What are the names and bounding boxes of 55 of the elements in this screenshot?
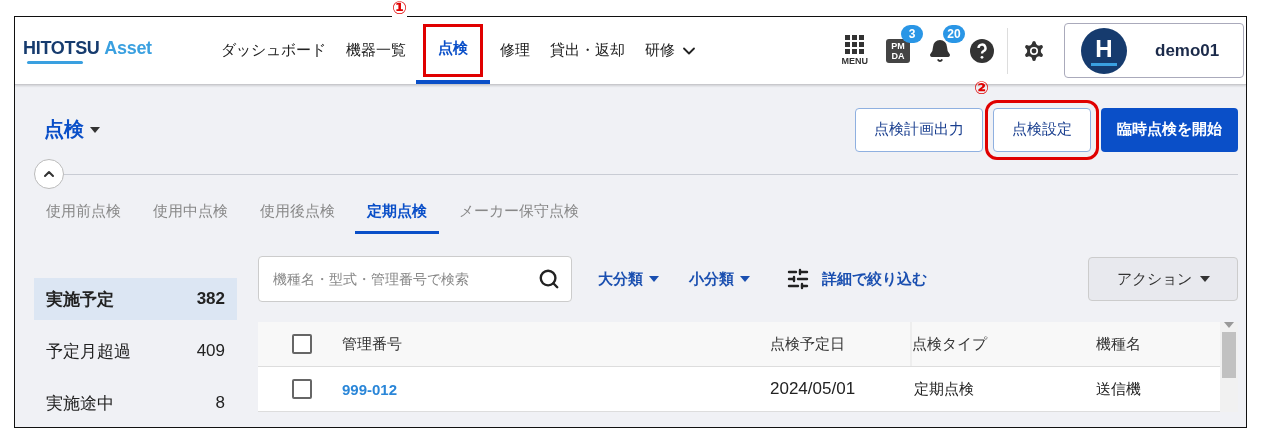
caret-icon	[649, 276, 659, 282]
search-field[interactable]: 機種名・型式・管理番号で検索	[258, 256, 572, 302]
nav-tab[interactable]: 研修	[635, 17, 709, 84]
filter-dropdown[interactable]: 大分類	[594, 269, 663, 289]
avatar: H	[1081, 27, 1127, 74]
table-cell-text: 送信機	[1096, 379, 1142, 399]
table-cell-text: 定期点検	[913, 379, 975, 399]
action-dropdown[interactable]: アクション	[1088, 257, 1238, 301]
nav-tab[interactable]: ダッシュボード	[211, 17, 336, 84]
status-count: 8	[215, 393, 225, 413]
status-item[interactable]: 実施途中 8	[34, 382, 237, 424]
status-count: 409	[196, 341, 225, 361]
column-header: 機種名	[1096, 333, 1142, 354]
page-title-dropdown[interactable]: 点検	[34, 116, 100, 143]
status-label: 実施予定	[46, 288, 114, 311]
status-item[interactable]: 予定月超過 409	[34, 330, 237, 372]
status-label: 予定月超過	[46, 340, 131, 363]
notifications-button[interactable]	[928, 38, 952, 63]
search-icon	[538, 268, 560, 290]
callout-marker: ②	[974, 78, 990, 97]
column-header: 点検予定日	[770, 333, 846, 354]
sliders-icon	[786, 267, 810, 291]
column-header: 管理番号	[342, 333, 403, 354]
nav-tab[interactable]: 点検	[416, 17, 490, 84]
pmda-button[interactable]: PM DA	[886, 38, 910, 63]
checkbox[interactable]	[292, 334, 312, 354]
start-button[interactable]: 臨時点検を開始	[1101, 107, 1238, 152]
tab[interactable]: 定期点検	[355, 191, 439, 234]
callout-marker: ①	[392, 0, 408, 17]
status-label: 実施途中	[46, 392, 114, 415]
caret-icon	[90, 126, 100, 133]
collapse-button[interactable]	[34, 159, 64, 189]
nav-tab[interactable]: 修理	[490, 17, 540, 84]
logo[interactable]: HITOTSU Asset	[23, 37, 183, 64]
count-badge: 3	[901, 25, 923, 43]
id-link[interactable]: 999-012	[342, 380, 770, 398]
nav-tab[interactable]: 貸出・返却	[540, 17, 635, 84]
count-badge: 20	[943, 25, 965, 43]
checkbox[interactable]	[292, 379, 312, 399]
menu-button[interactable]: MENU	[841, 35, 868, 66]
help-icon	[970, 38, 994, 63]
detail-filter-button[interactable]: 詳細で絞り込む	[780, 266, 933, 292]
bell-icon	[928, 38, 952, 63]
grid-icon	[844, 35, 865, 55]
status-item[interactable]: 実施予定 382	[34, 278, 237, 320]
help-button[interactable]	[970, 38, 994, 63]
action-button[interactable]: 点検計画出力	[855, 107, 983, 152]
table-cell-text: 2024/05/01	[770, 379, 857, 399]
status-count: 382	[196, 289, 225, 309]
caret-icon	[740, 276, 750, 282]
filter-dropdown[interactable]: 小分類	[685, 269, 754, 289]
nav-tab[interactable]: 機器一覧	[336, 17, 416, 84]
caret-icon	[1199, 276, 1210, 282]
scrollbar[interactable]	[1220, 322, 1238, 412]
user-button[interactable]: H demo01	[1064, 23, 1244, 78]
